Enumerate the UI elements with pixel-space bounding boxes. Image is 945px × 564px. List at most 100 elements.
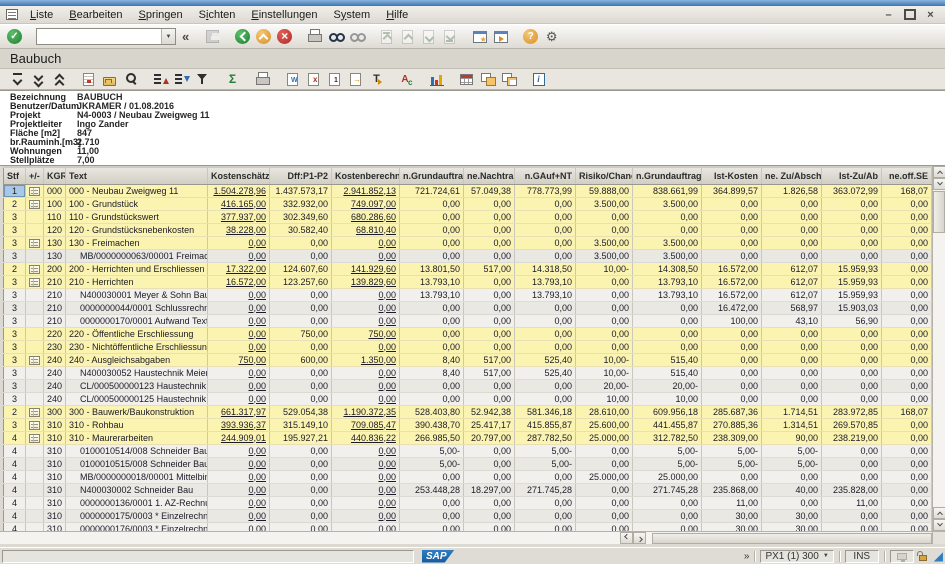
amount-drilldown-link[interactable]: 68.810,40: [332, 223, 400, 236]
amount-drilldown-link[interactable]: 0,00: [332, 470, 400, 483]
table-row[interactable]: 3310310 - Rohbau393.936,37315.149,10709.…: [4, 418, 932, 431]
expand-collapse-icon[interactable]: [29, 265, 40, 274]
menu-system[interactable]: System: [326, 8, 379, 22]
expand-collapse-icon[interactable]: [29, 239, 40, 248]
amount-drilldown-link[interactable]: 2.941.852,13: [332, 184, 400, 197]
column-header[interactable]: Kostenschätzung: [208, 167, 270, 184]
close-button[interactable]: ×: [922, 8, 939, 21]
table-row[interactable]: 43100000000136/0001 1. AZ-Rechnung0,000,…: [4, 496, 932, 509]
abc-analysis-button[interactable]: [396, 70, 417, 89]
scroll-down-button-bottom[interactable]: [933, 519, 945, 531]
amount-drilldown-link[interactable]: 377.937,00: [208, 210, 270, 223]
table-row[interactable]: 4310MB/0000000018/00001 Mittelbindung0,0…: [4, 470, 932, 483]
scroll-down-button[interactable]: [933, 178, 945, 190]
column-header[interactable]: Text: [66, 167, 208, 184]
amount-drilldown-link[interactable]: 0,00: [208, 496, 270, 509]
table-row[interactable]: 43100100010515/008 Schneider Bau0,000,00…: [4, 457, 932, 470]
amount-drilldown-link[interactable]: 680.286,60: [332, 210, 400, 223]
column-header[interactable]: ne. Zu/Abschlag: [762, 167, 822, 184]
amount-drilldown-link[interactable]: 0,00: [332, 314, 400, 327]
amount-drilldown-link[interactable]: 0,00: [208, 457, 270, 470]
amount-drilldown-link[interactable]: 0,00: [332, 457, 400, 470]
table-row[interactable]: 3240CL/000500000123 Haustechnik Meier0,0…: [4, 379, 932, 392]
amount-drilldown-link[interactable]: 0,00: [208, 509, 270, 522]
column-header[interactable]: Kostenberechnung: [332, 167, 400, 184]
table-row[interactable]: 43100100010514/008 Schneider Bau0,000,00…: [4, 444, 932, 457]
vertical-scroll-track[interactable]: [933, 234, 945, 507]
amount-drilldown-link[interactable]: 0,00: [332, 496, 400, 509]
amount-drilldown-link[interactable]: 0,00: [332, 288, 400, 301]
minimize-button[interactable]: –: [880, 8, 897, 21]
menu-hilfe[interactable]: Hilfe: [378, 8, 416, 22]
collapse-all-button[interactable]: [6, 70, 27, 89]
amount-drilldown-link[interactable]: 416.165,00: [208, 197, 270, 210]
amount-drilldown-link[interactable]: 141.929,60: [332, 262, 400, 275]
column-header[interactable]: Stf: [4, 167, 26, 184]
table-row[interactable]: 3120120 - Grundstücksnebenkosten38.228,0…: [4, 223, 932, 236]
new-session-button[interactable]: [469, 26, 490, 47]
table-row[interactable]: 32100000000170/0001 Aufwand Text0,000,00…: [4, 314, 932, 327]
local-file-button[interactable]: [324, 70, 345, 89]
amount-drilldown-link[interactable]: 1.504.278,96: [208, 184, 270, 197]
menu-springen[interactable]: Springen: [131, 8, 191, 22]
sort-asc-button[interactable]: [150, 70, 171, 89]
amount-drilldown-link[interactable]: 0,00: [332, 340, 400, 353]
amount-drilldown-link[interactable]: 17.322,00: [208, 262, 270, 275]
table-row[interactable]: 43100000000175/0003 * Einzelrechnung0,00…: [4, 509, 932, 522]
menu-bearbeiten[interactable]: Bearbeiten: [61, 8, 130, 22]
exit-button[interactable]: [253, 26, 274, 47]
maximize-button[interactable]: [901, 8, 918, 21]
amount-drilldown-link[interactable]: 0,00: [332, 366, 400, 379]
expand-collapse-icon[interactable]: [29, 356, 40, 365]
table-row[interactable]: 4310310 - Maurerarbeiten244.909,01195.92…: [4, 431, 932, 444]
command-dropdown-icon[interactable]: ▼: [161, 29, 175, 44]
scroll-up-button-bottom[interactable]: [933, 507, 945, 519]
vertical-scrollbar[interactable]: [932, 166, 945, 531]
table-row[interactable]: 3240CL/000500000125 Haustechnik Meier0,0…: [4, 392, 932, 405]
print-button[interactable]: [252, 70, 273, 89]
filter-button[interactable]: [192, 70, 213, 89]
amount-drilldown-link[interactable]: 0,00: [208, 483, 270, 496]
send-button[interactable]: [345, 70, 366, 89]
horizontal-scroll-thumb[interactable]: [652, 533, 932, 544]
amount-drilldown-link[interactable]: 1.350,00: [332, 353, 400, 366]
amount-drilldown-link[interactable]: 709.085,47: [332, 418, 400, 431]
amount-drilldown-link[interactable]: 0,00: [208, 301, 270, 314]
word-export-button[interactable]: [282, 70, 303, 89]
table-row[interactable]: 3210210 - Herrichten16.572,00123.257,601…: [4, 275, 932, 288]
table-row[interactable]: 2100100 - Grundstück416.165,00332.932,00…: [4, 197, 932, 210]
amount-drilldown-link[interactable]: 750,00: [208, 353, 270, 366]
amount-drilldown-link[interactable]: 139.829,60: [332, 275, 400, 288]
amount-drilldown-link[interactable]: 0,00: [332, 249, 400, 262]
amount-drilldown-link[interactable]: 661.317,97: [208, 405, 270, 418]
table-row[interactable]: 3220220 - Öffentliche Erschliessung0,007…: [4, 327, 932, 340]
amount-drilldown-link[interactable]: 750,00: [332, 327, 400, 340]
chevron-down-icon[interactable]: ▼: [823, 553, 829, 559]
info-button[interactable]: [528, 70, 549, 89]
column-header[interactable]: Ist-Kosten: [702, 167, 762, 184]
menu-liste[interactable]: Liste: [22, 8, 61, 22]
table-row[interactable]: 3210N400030001 Meyer & Sohn Bau Gmb0,000…: [4, 288, 932, 301]
amount-drilldown-link[interactable]: 0,00: [332, 379, 400, 392]
amount-drilldown-link[interactable]: 0,00: [208, 522, 270, 531]
window-menu-icon[interactable]: [6, 9, 18, 20]
table-row[interactable]: 1000000 - Neubau Zweigweg 111.504.278,96…: [4, 184, 932, 197]
table-row[interactable]: 3240N400030052 Haustechnik Meier0,000,00…: [4, 366, 932, 379]
amount-drilldown-link[interactable]: 0,00: [208, 236, 270, 249]
amount-drilldown-link[interactable]: 0,00: [208, 314, 270, 327]
expand-collapse-icon[interactable]: [29, 278, 40, 287]
expand-collapse-icon[interactable]: [29, 187, 40, 196]
expand-collapse-icon[interactable]: [29, 408, 40, 417]
table-row[interactable]: 32100000000044/0001 Schlussrechnung0,000…: [4, 301, 932, 314]
amount-drilldown-link[interactable]: 0,00: [208, 366, 270, 379]
command-input[interactable]: [37, 29, 161, 44]
scroll-left-button[interactable]: [620, 532, 633, 544]
column-header[interactable]: n.Grundauftrag*: [633, 167, 702, 184]
table-row[interactable]: 2300300 - Bauwerk/Baukonstruktion661.317…: [4, 405, 932, 418]
amount-drilldown-link[interactable]: 0,00: [208, 470, 270, 483]
sum-button[interactable]: [222, 70, 243, 89]
resize-grip[interactable]: ◢: [934, 550, 943, 562]
sort-desc-button[interactable]: [171, 70, 192, 89]
amount-drilldown-link[interactable]: 749.097,00: [332, 197, 400, 210]
column-header[interactable]: n.Grundauftrag: [400, 167, 464, 184]
